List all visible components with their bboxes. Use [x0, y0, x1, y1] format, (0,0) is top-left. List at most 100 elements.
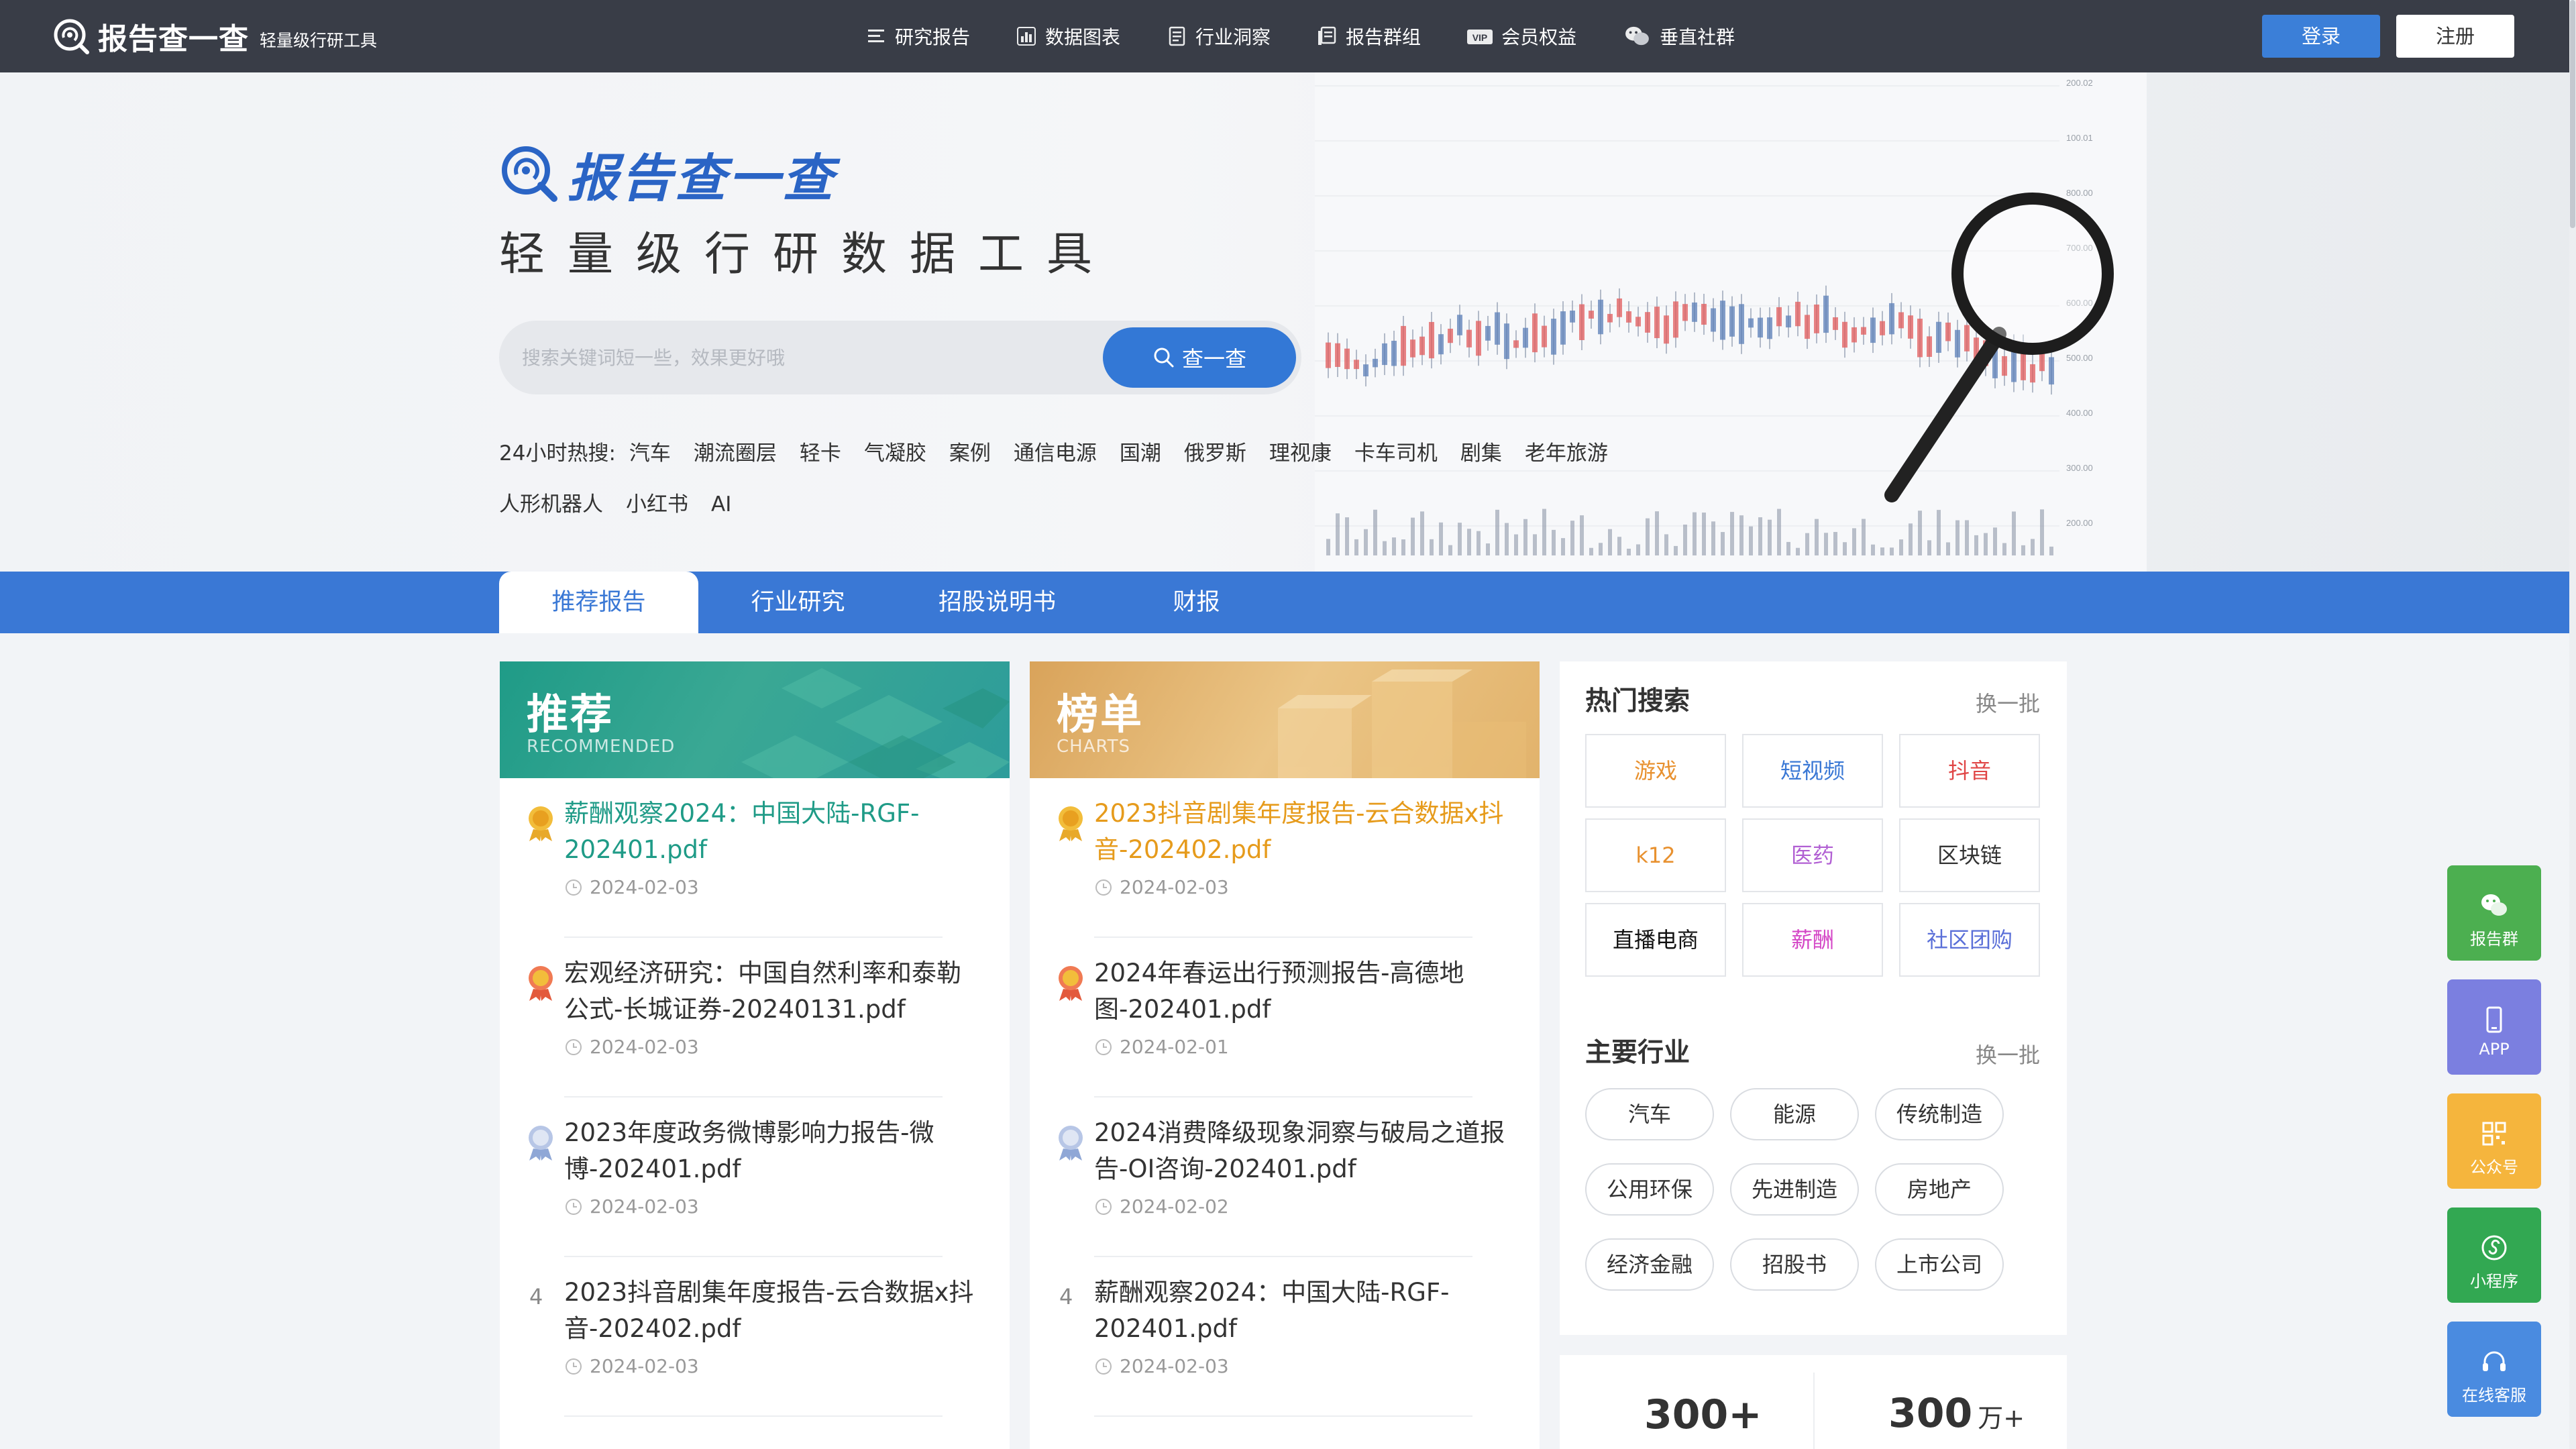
- tab-financial-reports[interactable]: 财报: [1097, 572, 1296, 633]
- volume-bar: [1627, 548, 1631, 555]
- tab-recommended[interactable]: 推荐报告: [499, 572, 698, 633]
- hot-term[interactable]: 汽车: [629, 441, 671, 466]
- candle-body: [1955, 329, 1960, 358]
- hot-term[interactable]: 潮流圈层: [694, 441, 777, 466]
- hot-term[interactable]: 人形机器人: [499, 492, 603, 517]
- hot-term[interactable]: 国潮: [1120, 441, 1161, 466]
- nav-data-charts[interactable]: 数据图表: [1016, 0, 1120, 72]
- report-item[interactable]: 宏观经济研究：中国自然利率和泰勒公式-长城证券-20240131.pdf 202…: [500, 938, 996, 1097]
- industries-refresh[interactable]: 换一批: [1976, 1038, 2040, 1069]
- hot-term[interactable]: 卡车司机: [1354, 441, 1438, 466]
- document-icon: [1169, 26, 1185, 46]
- hot-term[interactable]: 气凝胶: [864, 441, 926, 466]
- search-input[interactable]: [522, 321, 1045, 394]
- hot-tag[interactable]: 短视频: [1742, 734, 1883, 808]
- candle-body: [1466, 329, 1472, 347]
- report-item[interactable]: 薪酬观察2024：中国大陆-RGF-202401.pdf 2024-02-03: [500, 778, 996, 938]
- side-mini-program-button[interactable]: 小程序: [2447, 1208, 2541, 1303]
- industry-pill[interactable]: 汽车: [1585, 1088, 1714, 1140]
- silver-medal-icon: [1059, 966, 1083, 1001]
- hot-term[interactable]: 小红书: [626, 492, 688, 517]
- scrollbar-thumb[interactable]: [2570, 0, 2575, 228]
- candle-body: [1908, 315, 1913, 339]
- tab-industry-research[interactable]: 行业研究: [698, 572, 898, 633]
- industry-pill[interactable]: 上市公司: [1875, 1238, 2004, 1291]
- nav-industry-insight[interactable]: 行业洞察: [1166, 0, 1271, 72]
- candle-body: [1654, 307, 1660, 339]
- hot-term[interactable]: 老年旅游: [1525, 441, 1608, 466]
- site-logo[interactable]: 报告查一查 轻量级行研工具: [52, 16, 377, 56]
- hot-tag[interactable]: 薪酬: [1742, 903, 1883, 977]
- candle-body: [1927, 336, 1932, 357]
- tab-prospectus[interactable]: 招股说明书: [898, 572, 1097, 633]
- hot-tag[interactable]: 区块链: [1899, 818, 2040, 892]
- candle-body: [1579, 304, 1585, 341]
- axis-label: 300.00: [2066, 463, 2093, 473]
- hot-tag[interactable]: 社区团购: [1899, 903, 2040, 977]
- clock-icon: [566, 1198, 582, 1215]
- hot-tag[interactable]: 抖音: [1899, 734, 2040, 808]
- hot-search-refresh[interactable]: 换一批: [1976, 687, 2040, 718]
- volume-bar: [1552, 529, 1556, 555]
- stat-unit: 万+: [1978, 1403, 2025, 1433]
- hot-term[interactable]: 俄罗斯: [1184, 441, 1246, 466]
- report-title[interactable]: 2023抖音剧集年度报告-云合数据x抖音-202402.pdf: [564, 1275, 980, 1347]
- hot-term[interactable]: 剧集: [1460, 441, 1502, 466]
- industry-pill[interactable]: 先进制造: [1730, 1163, 1859, 1216]
- candle-body: [1419, 336, 1425, 356]
- report-title[interactable]: 薪酬观察2024：中国大陆-RGF-202401.pdf: [1094, 1275, 1510, 1347]
- hot-term[interactable]: AI: [711, 492, 731, 517]
- volume-bar: [1674, 545, 1678, 555]
- volume-bar: [1599, 543, 1603, 555]
- hot-tag[interactable]: 直播电商: [1585, 903, 1726, 977]
- industry-pill[interactable]: 传统制造: [1875, 1088, 2004, 1140]
- industry-pill[interactable]: 房地产: [1875, 1163, 2004, 1216]
- candle-body: [1523, 327, 1528, 348]
- industry-pill[interactable]: 能源: [1730, 1088, 1859, 1140]
- report-title[interactable]: 2023年度政务微博影响力报告-微博-202401.pdf: [564, 1115, 980, 1187]
- report-date: 2024-02-03: [564, 1355, 699, 1377]
- hot-tag[interactable]: 游戏: [1585, 734, 1726, 808]
- hot-term[interactable]: 案例: [949, 441, 991, 466]
- register-button[interactable]: 注册: [2396, 15, 2514, 58]
- nav-community[interactable]: 垂直社群: [1622, 0, 1735, 72]
- nav-report-groups[interactable]: 报告群组: [1316, 0, 1421, 72]
- hot-tag[interactable]: k12: [1585, 818, 1726, 892]
- hot-term[interactable]: 通信电源: [1014, 441, 1097, 466]
- side-official-account-button[interactable]: 公众号: [2447, 1093, 2541, 1189]
- nav-research-reports[interactable]: 研究报告: [865, 0, 970, 72]
- side-customer-service-button[interactable]: 在线客服: [2447, 1322, 2541, 1417]
- hot-tag[interactable]: 医药: [1742, 818, 1883, 892]
- candle-body: [1363, 364, 1368, 377]
- report-date: 2024-02-02: [1094, 1195, 1229, 1218]
- report-title[interactable]: 2024消费降级现象洞察与破局之道报告-OI咨询-202401.pdf: [1094, 1115, 1510, 1187]
- search-button[interactable]: 查一查: [1103, 327, 1296, 388]
- report-title[interactable]: 2023抖音剧集年度报告-云合数据x抖音-202402.pdf: [1094, 796, 1510, 868]
- industry-pill[interactable]: 经济金融: [1585, 1238, 1714, 1291]
- report-title[interactable]: 薪酬观察2024：中国大陆-RGF-202401.pdf: [564, 796, 980, 868]
- chart-item[interactable]: 2024消费降级现象洞察与破局之道报告-OI咨询-202401.pdf 2024…: [1030, 1097, 1526, 1257]
- chart-item[interactable]: 2023抖音剧集年度报告-云合数据x抖音-202402.pdf 2024-02-…: [1030, 778, 1526, 938]
- side-report-group-button[interactable]: 报告群: [2447, 865, 2541, 961]
- industry-pill[interactable]: 公用环保: [1585, 1163, 1714, 1216]
- candle-body: [1589, 311, 1594, 319]
- industry-pill[interactable]: 招股书: [1730, 1238, 1859, 1291]
- hot-search-label: 24小时热搜:: [499, 441, 616, 466]
- hot-term[interactable]: 轻卡: [800, 441, 841, 466]
- chart-item[interactable]: 2024年春运出行预测报告-高德地图-202401.pdf 2024-02-01: [1030, 938, 1526, 1097]
- volume-bar: [1514, 534, 1518, 555]
- candle-body: [1964, 325, 1970, 352]
- report-title[interactable]: 宏观经济研究：中国自然利率和泰勒公式-长城证券-20240131.pdf: [564, 955, 980, 1028]
- hot-term[interactable]: 理视康: [1269, 441, 1332, 466]
- volume-bar: [1890, 547, 1894, 555]
- report-title[interactable]: 2024年春运出行预测报告-高德地图-202401.pdf: [1094, 955, 1510, 1028]
- report-item[interactable]: 4 2023抖音剧集年度报告-云合数据x抖音-202402.pdf 2024-0…: [500, 1257, 996, 1417]
- candle-body: [1448, 329, 1453, 343]
- nav-membership[interactable]: VIP 会员权益: [1466, 0, 1576, 72]
- side-app-button[interactable]: APP: [2447, 979, 2541, 1075]
- report-item[interactable]: 2023年度政务微博影响力报告-微博-202401.pdf 2024-02-03: [500, 1097, 996, 1257]
- login-button[interactable]: 登录: [2262, 15, 2380, 58]
- volume-bar: [1993, 527, 1997, 555]
- chart-item[interactable]: 4 薪酬观察2024：中国大陆-RGF-202401.pdf 2024-02-0…: [1030, 1257, 1526, 1417]
- candle-body: [1898, 312, 1904, 329]
